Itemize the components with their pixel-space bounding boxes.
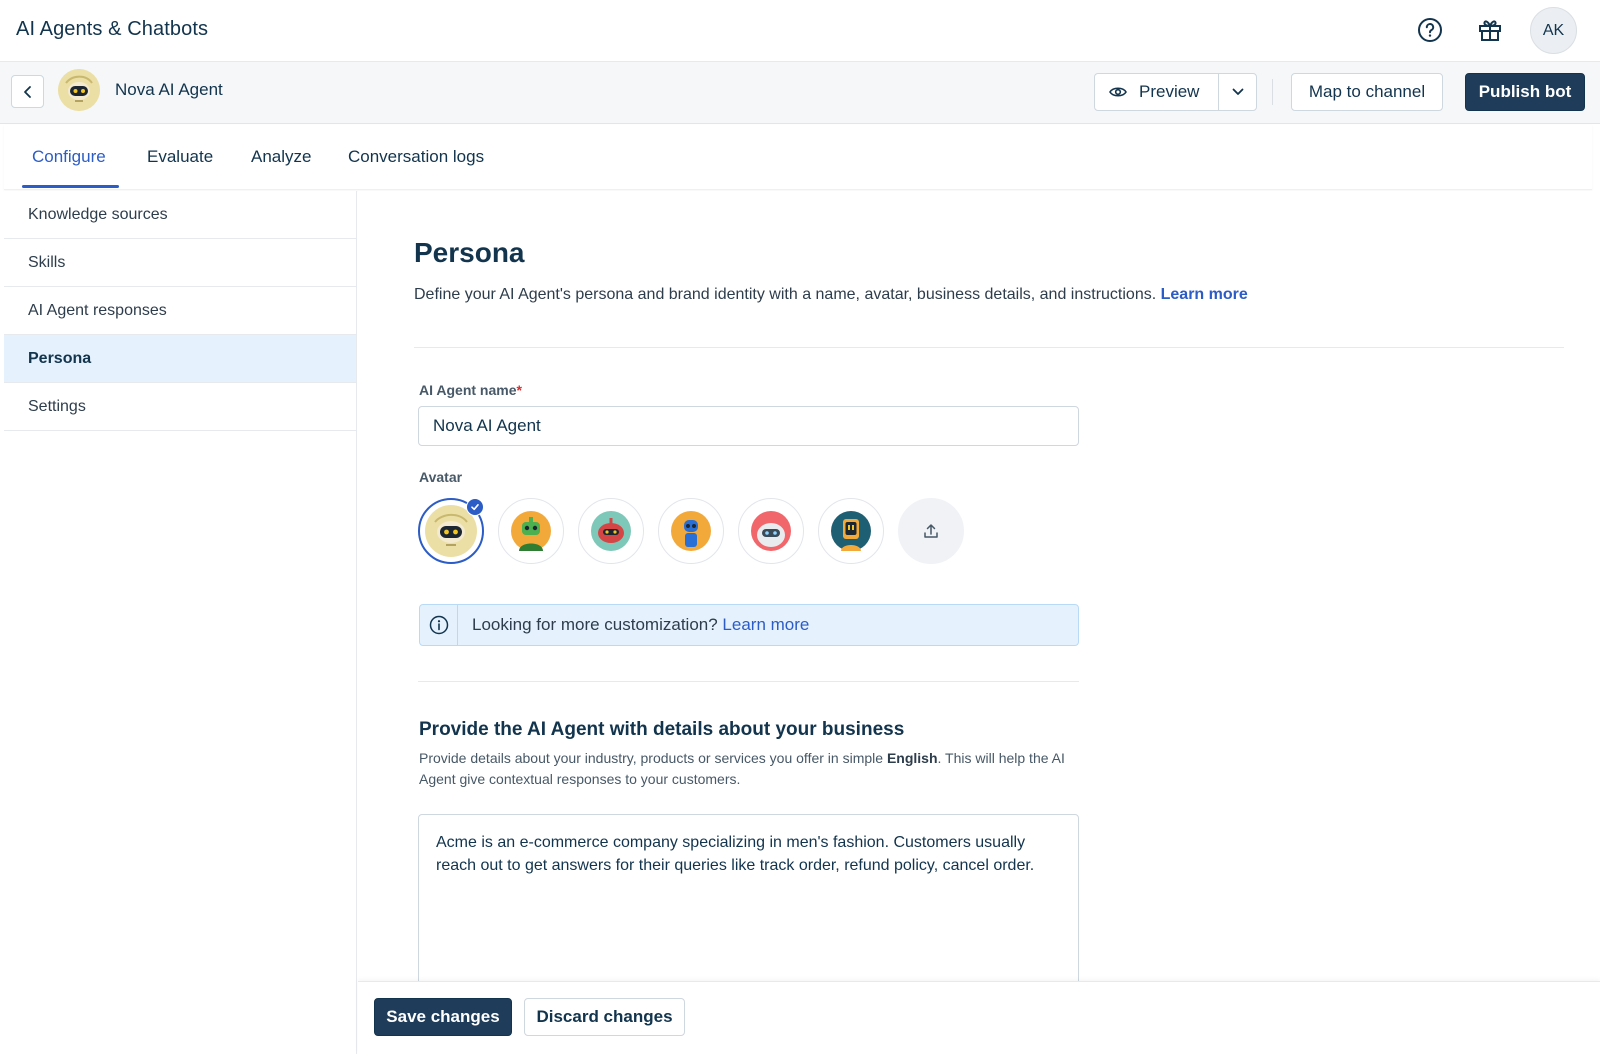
avatar-option-blue-robot[interactable] — [658, 498, 724, 564]
customization-info-banner: Looking for more customization? Learn mo… — [419, 604, 1079, 646]
business-desc-bold: English — [886, 750, 938, 766]
learn-more-link[interactable]: Learn more — [1161, 286, 1248, 303]
eye-icon — [1109, 87, 1127, 97]
blue-robot-avatar-icon — [671, 511, 711, 551]
business-details-description: Provide details about your industry, pro… — [419, 748, 1079, 790]
sidebar-item-skills[interactable]: Skills — [4, 239, 356, 287]
tab-evaluate[interactable]: Evaluate — [147, 147, 213, 167]
app-title: AI Agents & Chatbots — [16, 18, 209, 40]
avatar-option-screen-robot[interactable] — [818, 498, 884, 564]
help-icon[interactable] — [1414, 14, 1446, 46]
sidebar-item-ai-agent-responses[interactable]: AI Agent responses — [4, 287, 356, 335]
bot-avatar — [58, 69, 100, 111]
business-details-textarea[interactable]: Acme is an e-commerce company specializi… — [418, 814, 1079, 994]
bot-header: Nova AI Agent Preview Map to channel Pub… — [0, 62, 1600, 124]
avatar-option-red-robot[interactable] — [578, 498, 644, 564]
discard-changes-button[interactable]: Discard changes — [524, 998, 685, 1036]
info-icon — [420, 605, 458, 645]
page-description-text: Define your AI Agent's persona and brand… — [414, 286, 1157, 303]
red-robot-avatar-icon — [591, 511, 631, 551]
avatar-option-green-robot[interactable] — [498, 498, 564, 564]
tab-configure[interactable]: Configure — [32, 147, 106, 167]
nova-robot-avatar-icon — [58, 69, 100, 111]
page-title: Persona — [414, 237, 525, 268]
selected-check-icon — [466, 498, 484, 516]
avatar-label: Avatar — [419, 469, 463, 485]
page-description: Define your AI Agent's persona and brand… — [414, 286, 1248, 304]
business-desc-part-1: Provide details about your industry, pro… — [419, 750, 887, 766]
preview-label: Preview — [1139, 82, 1200, 101]
chevron-down-icon — [1232, 88, 1243, 95]
tab-analyze[interactable]: Analyze — [251, 147, 311, 167]
info-message: Looking for more customization? — [472, 615, 718, 634]
agent-name-label: AI Agent name* — [419, 382, 522, 398]
screen-robot-avatar-icon — [831, 511, 871, 551]
preview-dropdown-button[interactable] — [1219, 74, 1256, 110]
persona-panel: Persona Define your AI Agent's persona a… — [358, 191, 1600, 1054]
bot-name: Nova AI Agent — [115, 80, 223, 99]
tab-conversation-logs[interactable]: Conversation logs — [348, 147, 484, 167]
save-changes-button[interactable]: Save changes — [374, 998, 512, 1036]
preview-button[interactable]: Preview — [1095, 74, 1219, 110]
sidebar-item-settings[interactable]: Settings — [4, 383, 356, 431]
info-learn-more-link[interactable]: Learn more — [722, 615, 809, 634]
back-button[interactable] — [11, 75, 44, 108]
business-details-title: Provide the AI Agent with details about … — [419, 719, 905, 740]
tab-bar: Configure Evaluate Analyze Conversation … — [4, 125, 1592, 190]
white-robot-avatar-icon — [751, 511, 791, 551]
info-text: Looking for more customization? Learn mo… — [458, 615, 809, 635]
divider — [414, 347, 1564, 348]
gift-icon[interactable] — [1474, 14, 1506, 46]
publish-bot-button[interactable]: Publish bot — [1465, 73, 1585, 111]
sidebar: Knowledge sources Skills AI Agent respon… — [4, 191, 357, 1054]
preview-split-button: Preview — [1094, 73, 1257, 111]
map-to-channel-button[interactable]: Map to channel — [1291, 73, 1443, 111]
upload-icon — [924, 524, 938, 538]
active-tab-indicator — [22, 185, 119, 188]
chevron-left-icon — [23, 85, 31, 98]
upload-avatar-button[interactable] — [898, 498, 964, 564]
agent-name-label-text: AI Agent name — [419, 382, 517, 398]
green-robot-avatar-icon — [511, 511, 551, 551]
avatar-option-nova[interactable] — [418, 498, 484, 564]
action-footer: Save changes Discard changes — [358, 981, 1600, 1054]
required-mark: * — [516, 382, 522, 398]
divider — [418, 681, 1079, 682]
app-header: AI Agents & Chatbots AK — [0, 0, 1600, 62]
sidebar-item-persona[interactable]: Persona — [4, 335, 356, 383]
divider — [1272, 79, 1273, 105]
avatar-option-white-robot[interactable] — [738, 498, 804, 564]
agent-name-input[interactable] — [418, 406, 1079, 446]
user-avatar[interactable]: AK — [1530, 7, 1577, 54]
sidebar-item-knowledge-sources[interactable]: Knowledge sources — [4, 191, 356, 239]
